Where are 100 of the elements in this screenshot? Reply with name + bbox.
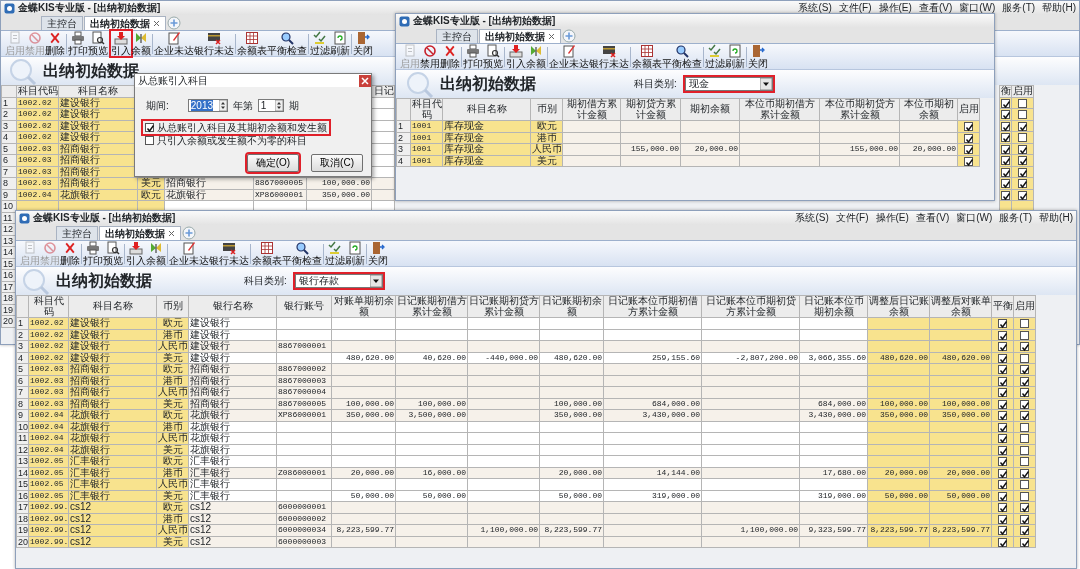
checkbox[interactable] (1020, 457, 1029, 467)
menu-item[interactable]: 操作(E) (878, 2, 912, 14)
checkbox[interactable] (998, 503, 1007, 513)
checkbox[interactable] (1020, 480, 1029, 490)
checkbox[interactable] (1001, 167, 1010, 177)
checkbox[interactable] (998, 491, 1007, 501)
checkbox[interactable] (998, 537, 1007, 547)
checkbox[interactable] (1020, 445, 1029, 455)
toolbar-button[interactable]: 预览 (483, 44, 503, 69)
toolbar-button[interactable]: 预览 (103, 241, 123, 266)
checkbox[interactable] (998, 330, 1007, 340)
checkbox[interactable] (1018, 121, 1027, 131)
checkbox[interactable] (998, 526, 1007, 536)
tab[interactable]: 出纳初始数据 (479, 29, 561, 43)
checkbox[interactable] (998, 365, 1007, 375)
toolbar-button[interactable]: 删除 (60, 241, 80, 266)
checkbox[interactable] (1020, 468, 1029, 478)
checkbox[interactable] (1020, 537, 1029, 547)
toolbar-button[interactable]: 引入 (506, 44, 526, 69)
menu-item[interactable]: 帮助(H) (1039, 212, 1073, 224)
checkbox[interactable] (964, 133, 973, 143)
checkbox[interactable] (998, 411, 1007, 421)
toolbar-button[interactable]: 余额表 (252, 241, 282, 266)
toolbar-button[interactable]: 平衡检查 (662, 44, 702, 69)
toolbar-button[interactable]: 平衡检查 (282, 241, 322, 266)
toolbar-button[interactable]: 刷新 (330, 31, 350, 56)
checkbox[interactable] (1020, 342, 1029, 352)
checkbox[interactable] (1018, 98, 1027, 108)
checkbox[interactable] (1020, 514, 1029, 524)
menu-item[interactable]: 文件(F) (838, 2, 872, 14)
checkbox[interactable] (1020, 353, 1029, 363)
checkbox[interactable] (998, 353, 1007, 363)
checkbox[interactable] (1020, 399, 1029, 409)
toolbar-button[interactable]: 引入 (111, 31, 131, 56)
checkbox[interactable] (998, 376, 1007, 386)
toolbar-button[interactable]: 企业未达 (154, 31, 194, 56)
toolbar-button[interactable]: 打印 (68, 31, 88, 56)
category-dropdown[interactable]: 现金 (684, 77, 773, 91)
toolbar-button[interactable]: 余额 (146, 241, 166, 266)
checkbox[interactable] (1020, 330, 1029, 340)
toolbar-button[interactable]: 余额 (526, 44, 546, 69)
checkbox[interactable] (998, 319, 1007, 329)
toolbar-button[interactable]: 禁用 (420, 44, 440, 69)
menu-item[interactable]: 服务(T) (1002, 2, 1036, 14)
tab[interactable]: 出纳初始数据 (84, 16, 166, 30)
toolbar-button[interactable]: 关闭 (353, 31, 373, 56)
toolbar-button[interactable]: 过滤 (705, 44, 725, 69)
checkbox[interactable] (1001, 144, 1010, 154)
menu-item[interactable]: 文件(F) (835, 212, 869, 224)
checkbox[interactable] (998, 342, 1007, 352)
toolbar-button[interactable]: 企业未达 (169, 241, 209, 266)
toolbar-button[interactable]: 企业未达 (549, 44, 589, 69)
toolbar-button[interactable]: 余额表 (632, 44, 662, 69)
checkbox[interactable] (1018, 144, 1027, 154)
toolbar-button[interactable]: 预览 (88, 31, 108, 56)
checkbox[interactable] (1018, 110, 1027, 120)
menu-item[interactable]: 查看(V) (915, 212, 950, 224)
menu-item[interactable]: 帮助(H) (1042, 2, 1076, 14)
toolbar-button[interactable]: 过滤 (310, 31, 330, 56)
toolbar-button[interactable]: 银行未达 (589, 44, 629, 69)
checkbox[interactable] (998, 480, 1007, 490)
checkbox[interactable] (998, 422, 1007, 432)
checkbox[interactable] (964, 122, 973, 132)
checkbox[interactable] (145, 123, 154, 132)
menu-item[interactable]: 系统(S) (798, 2, 832, 14)
menu-item[interactable]: 操作(E) (875, 212, 909, 224)
checkbox[interactable] (998, 457, 1007, 467)
checkbox[interactable] (1018, 156, 1027, 166)
checkbox[interactable] (1020, 411, 1029, 421)
checkbox[interactable] (998, 434, 1007, 444)
toolbar-button[interactable]: 删除 (440, 44, 460, 69)
toolbar-button[interactable]: 刷新 (725, 44, 745, 69)
tab[interactable]: 主控台 (436, 29, 478, 43)
toolbar-button[interactable]: 打印 (83, 241, 103, 266)
checkbox[interactable] (1001, 110, 1010, 120)
checkbox[interactable] (1018, 179, 1027, 189)
tab[interactable]: 主控台 (56, 226, 98, 240)
checkbox[interactable] (1001, 98, 1010, 108)
toolbar-button[interactable]: 删除 (45, 31, 65, 56)
checkbox[interactable] (998, 388, 1007, 398)
checkbox[interactable] (1020, 376, 1029, 386)
checkbox[interactable] (1020, 526, 1029, 536)
number-field[interactable]: 2013 (187, 99, 228, 112)
dialog-button[interactable]: 取消(C) (311, 154, 363, 172)
menu-item[interactable]: 窗口(W) (959, 2, 996, 14)
checkbox[interactable] (998, 468, 1007, 478)
checkbox[interactable] (1020, 319, 1029, 329)
toolbar-button[interactable]: 关闭 (748, 44, 768, 69)
menu-item[interactable]: 服务(T) (999, 212, 1033, 224)
checkbox[interactable] (998, 445, 1007, 455)
toolbar-button[interactable]: 银行未达 (209, 241, 249, 266)
toolbar-button[interactable]: 刷新 (345, 241, 365, 266)
toolbar-button[interactable]: 余额表 (237, 31, 267, 56)
toolbar-button[interactable]: 平衡检查 (267, 31, 307, 56)
checkbox[interactable] (1018, 133, 1027, 143)
checkbox[interactable] (964, 156, 973, 166)
checkbox-label[interactable]: 只引入余额或发生额不为零的科目 (157, 135, 307, 146)
checkbox[interactable] (1020, 388, 1029, 398)
toolbar-button[interactable]: 打印 (463, 44, 483, 69)
number-field[interactable]: 1 (257, 99, 284, 112)
